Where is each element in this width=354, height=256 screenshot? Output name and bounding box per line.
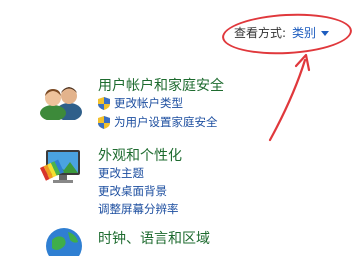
link-change-desktop-background[interactable]: 更改桌面背景 (98, 183, 167, 199)
users-icon[interactable] (38, 76, 84, 120)
shield-icon (98, 115, 110, 129)
globe-clock-icon[interactable] (44, 226, 88, 256)
category-title-user-accounts[interactable]: 用户帐户和家庭安全 (98, 75, 224, 95)
link-label: 更改帐户类型 (114, 96, 183, 110)
category-title-appearance[interactable]: 外观和个性化 (98, 145, 182, 165)
appearance-icon[interactable] (38, 146, 84, 190)
view-by-control: 查看方式: 类别 (234, 24, 330, 41)
link-label: 为用户设置家庭安全 (114, 115, 218, 129)
category-title-clock-language-region[interactable]: 时钟、语言和区域 (98, 228, 210, 248)
link-change-theme[interactable]: 更改主题 (98, 165, 144, 181)
view-by-dropdown[interactable]: 类别 (292, 24, 316, 41)
link-set-family-safety[interactable]: 为用户设置家庭安全 (98, 114, 218, 130)
chevron-down-icon[interactable] (321, 31, 330, 36)
shield-icon (98, 96, 110, 110)
view-by-label: 查看方式: (234, 26, 287, 40)
link-adjust-resolution[interactable]: 调整屏幕分辨率 (98, 201, 179, 217)
link-change-account-type[interactable]: 更改帐户类型 (98, 95, 183, 111)
